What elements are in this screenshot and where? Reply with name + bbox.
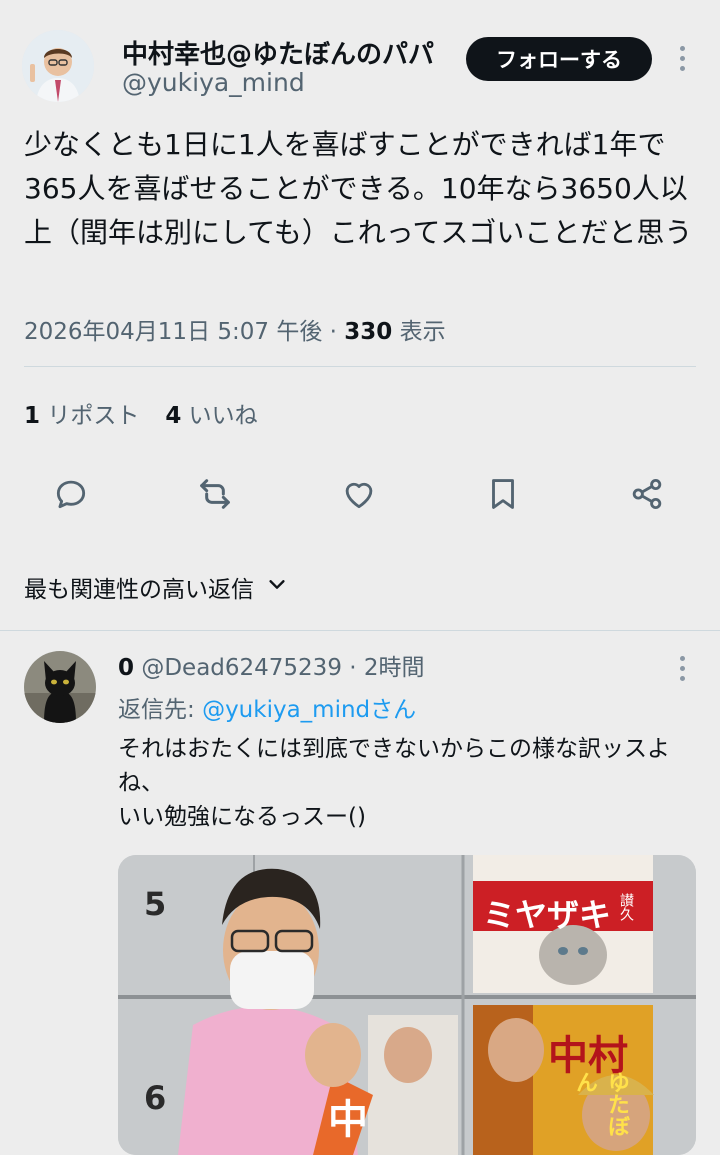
like-icon[interactable] <box>337 472 381 516</box>
repost-icon[interactable] <box>193 472 237 516</box>
reposts-count: 1 <box>24 403 41 429</box>
reply-media-image[interactable]: 5 6 ミヤザキ 讃久 中村 ゆたぼん 中 <box>118 855 696 1155</box>
reply-author-name[interactable]: 0 <box>118 655 134 681</box>
media-poster-top-name: ミヤザキ <box>483 896 612 934</box>
likes-stat[interactable]: 4 いいね <box>165 403 257 429</box>
meta-separator: · <box>322 319 345 345</box>
reposts-label: リポスト <box>40 403 140 429</box>
follow-button[interactable]: フォローする <box>466 37 652 81</box>
reply-text: それはおたくには到底できないからこの様な訳ッスよね、 いい勉強になるっスー() <box>118 736 670 830</box>
more-options-icon[interactable] <box>674 46 690 71</box>
likes-count: 4 <box>165 403 182 429</box>
reply-author-handle[interactable]: @Dead62475239 <box>134 655 342 681</box>
author-name[interactable]: 中村幸也@ゆたぼんのパパ <box>122 34 434 71</box>
chevron-down-icon <box>266 573 288 601</box>
engagement-stats: 1 リポスト 4 いいね <box>24 396 258 430</box>
divider <box>24 366 696 367</box>
likes-label: いいね <box>181 403 258 429</box>
views-label: 表示 <box>392 319 446 345</box>
reply-more-options-icon[interactable] <box>674 656 690 681</box>
reply-sort-dropdown[interactable]: 最も関連性の高い返信 <box>24 570 288 604</box>
reposts-stat[interactable]: 1 リポスト <box>24 403 139 429</box>
reply-to-prefix: 返信先: <box>118 697 203 723</box>
media-sash-text: 中 <box>328 1097 368 1143</box>
media-number-top: 5 <box>144 885 167 923</box>
reply-time[interactable]: · 2時間 <box>342 655 424 681</box>
views-count: 330 <box>344 319 393 345</box>
reply-to-line: 返信先: @yukiya_mindさん <box>118 690 416 724</box>
reply-to-link[interactable]: @yukiya_mindさん <box>202 697 416 723</box>
tweet-timestamp[interactable]: 2026年04月11日 5:07 午後 <box>24 319 322 345</box>
tweet-meta: 2026年04月11日 5:07 午後 · 330 表示 <box>24 312 446 346</box>
section-divider <box>0 630 720 631</box>
media-number-bottom: 6 <box>144 1079 167 1117</box>
media-poster-top-small: 讃久 <box>618 893 634 921</box>
author-avatar[interactable] <box>22 30 94 102</box>
tweet-text: 少なくとも1日に1人を喜ばすことができれば1年で365人を喜ばせることができる。… <box>24 128 693 249</box>
reply-icon[interactable] <box>49 472 93 516</box>
reply-sort-label: 最も関連性の高い返信 <box>24 577 254 603</box>
media-poster-bottom-sub: ゆたぼん <box>572 1071 629 1137</box>
share-icon[interactable] <box>625 472 669 516</box>
author-handle[interactable]: @yukiya_mind <box>122 68 305 97</box>
reply-author-avatar[interactable] <box>24 651 96 723</box>
bookmark-icon[interactable] <box>481 472 525 516</box>
reply-header: 0 @Dead62475239 · 2時間 <box>118 648 425 682</box>
